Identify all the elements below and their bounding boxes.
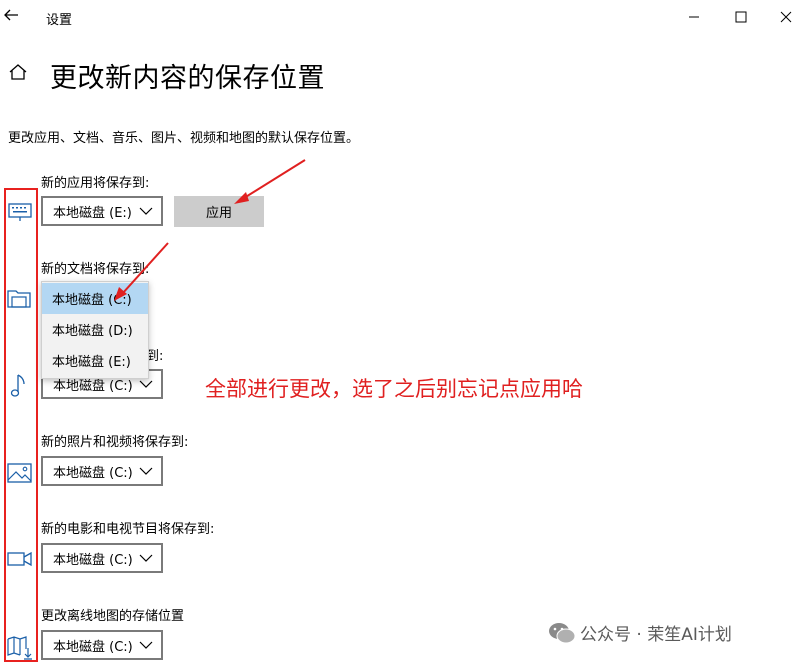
wechat-icon	[549, 622, 576, 643]
arrow-to-option-icon	[114, 242, 169, 301]
watermark-text: 公众号 · 茉笙AI计划	[580, 625, 732, 645]
instruction-annotation: 全部进行更改，选了之后别忘记点应用哈	[205, 377, 583, 401]
watermark: 公众号 · 茉笙AI计划	[548, 620, 732, 645]
